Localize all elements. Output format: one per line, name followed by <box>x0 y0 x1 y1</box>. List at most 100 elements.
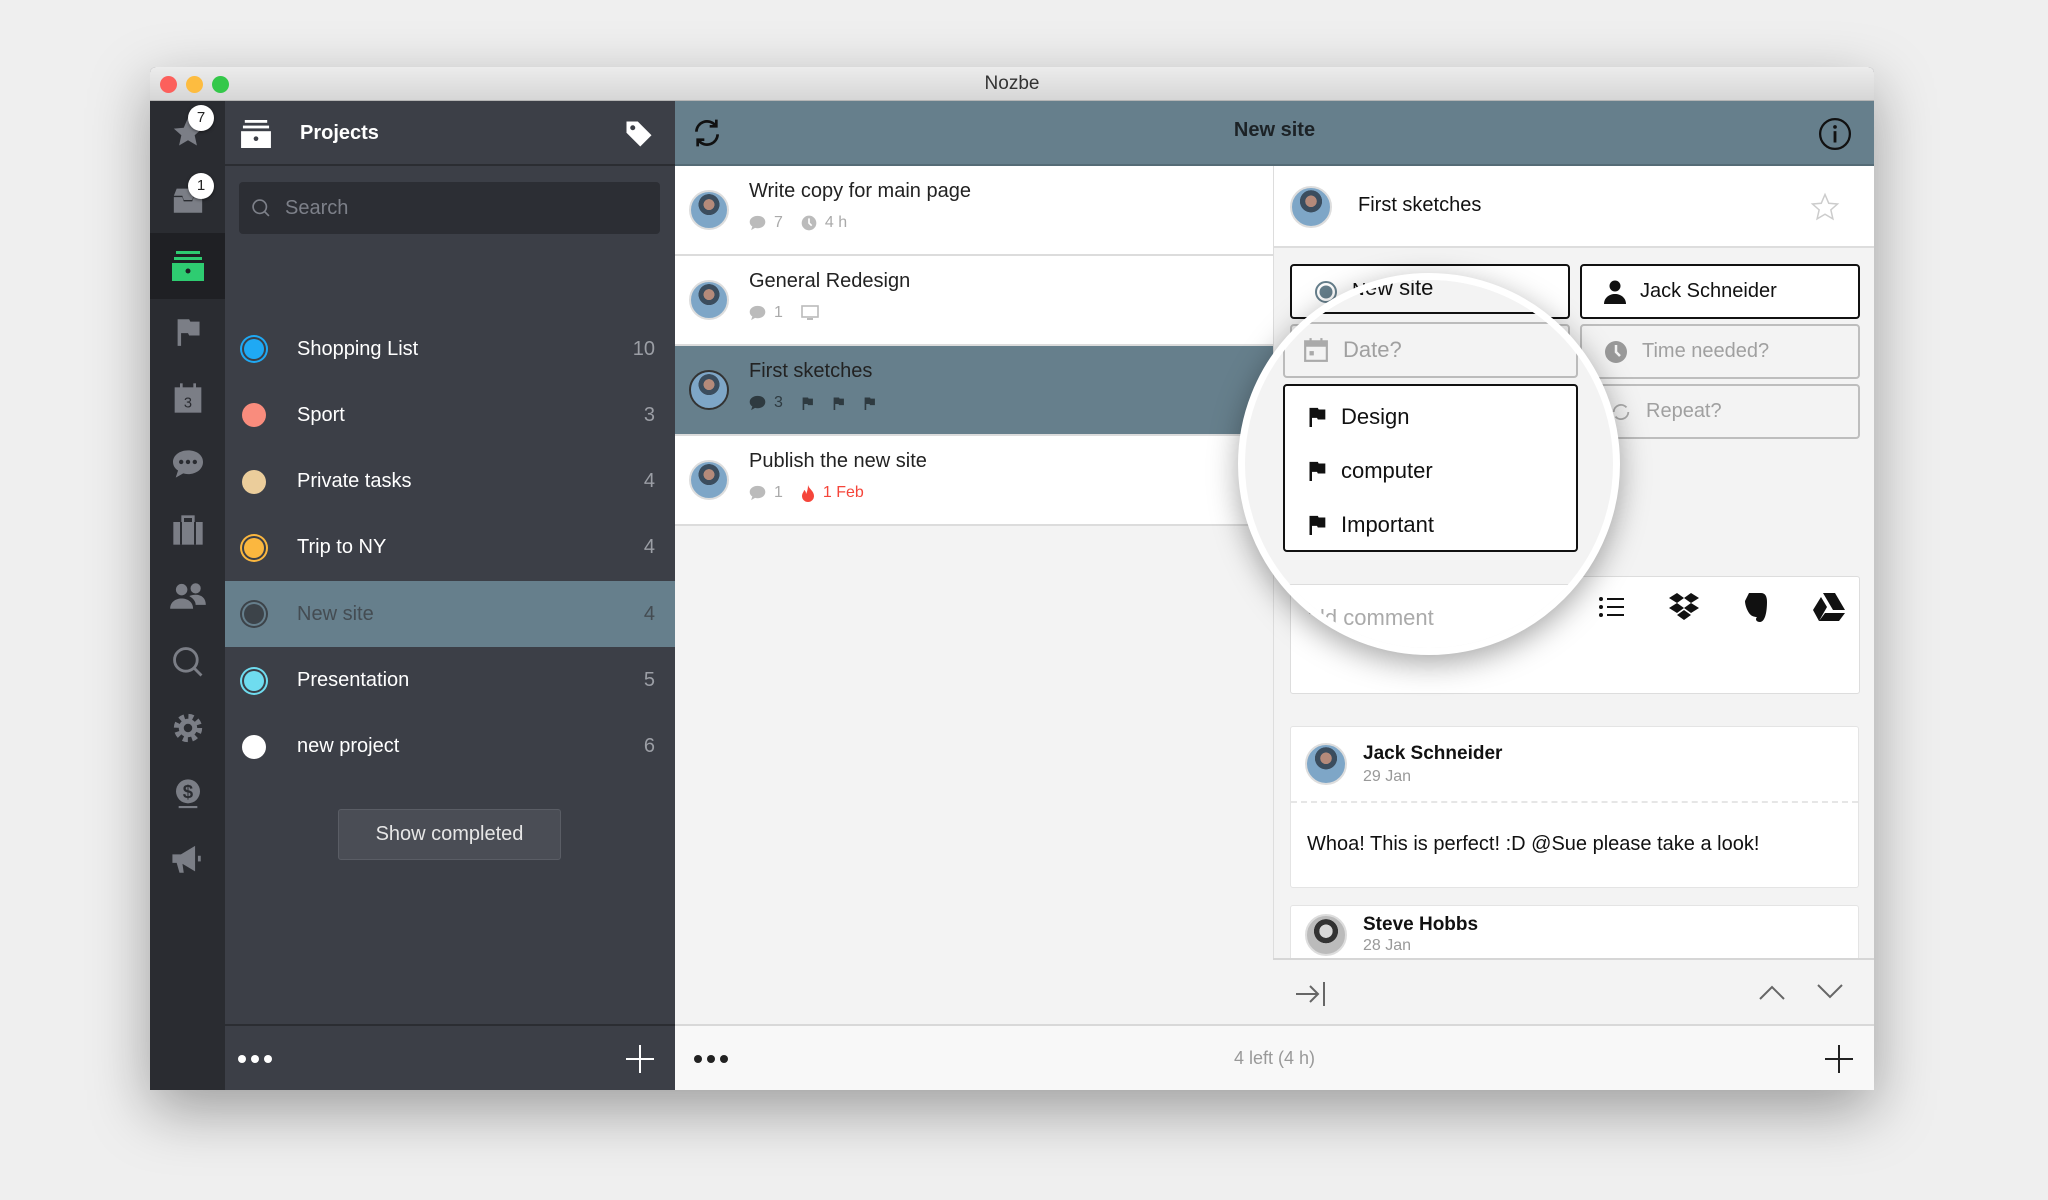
comment-date: 29 Jan <box>1363 768 1412 785</box>
info-icon[interactable] <box>1818 117 1852 151</box>
tasks-left-status: 4 left (4 h) <box>1233 1048 1316 1068</box>
task-title: Publish the new site <box>749 450 927 472</box>
task-item[interactable]: Publish the new site 1 1 Feb <box>675 436 1273 526</box>
rail-item-projects[interactable] <box>150 233 225 299</box>
rail-item-categories[interactable] <box>150 299 225 365</box>
flag-icon <box>177 319 200 346</box>
project-item[interactable]: Shopping List 10 <box>225 316 675 382</box>
collapse-detail-icon[interactable] <box>1295 980 1327 1008</box>
next-task-icon[interactable] <box>1817 984 1843 1000</box>
project-name: Private tasks <box>297 470 412 493</box>
pencil-icon[interactable] <box>1536 605 1556 625</box>
project-count: 4 <box>643 470 655 493</box>
comment-box-magnified[interactable]: Add comment <box>1289 584 1613 648</box>
comment-icon <box>749 215 766 231</box>
comment-text: Whoa! This is perfect! :D @Sue please ta… <box>1307 833 1760 855</box>
project-color-icon <box>242 403 266 428</box>
app-window: Nozbe 7 1 3 $ Projects Search Shopping L… <box>150 67 1874 1090</box>
comment-icon <box>749 485 766 501</box>
project-color-icon <box>242 469 266 494</box>
avatar <box>689 460 729 500</box>
comment-avatar <box>1305 914 1347 956</box>
previous-task-icon[interactable] <box>1759 984 1785 1000</box>
comment-count: 7 <box>774 214 783 231</box>
minimize-window-button[interactable] <box>186 76 203 93</box>
svg-text:$: $ <box>182 781 193 802</box>
avatar <box>689 370 729 410</box>
projects-footer <box>225 1024 675 1090</box>
detail-title[interactable]: First sketches <box>1358 194 1481 217</box>
project-item[interactable]: Sport 3 <box>225 382 675 448</box>
comment-card: Jack Schneider 29 Jan Whoa! This is perf… <box>1290 726 1859 888</box>
star-icon[interactable] <box>1810 192 1840 222</box>
rail-item-comments[interactable] <box>150 431 225 497</box>
category-label: computer <box>1341 458 1433 483</box>
magnifier-lens: New site Date? Design computer Important A… <box>1238 273 1620 655</box>
category-option[interactable]: Design <box>1285 390 1576 444</box>
rail-item-settings[interactable] <box>150 695 225 761</box>
project-count: 4 <box>643 602 655 625</box>
project-color-icon <box>244 537 264 558</box>
task-title: First sketches <box>749 360 873 382</box>
calendar-icon: 3 <box>174 383 201 413</box>
dropbox-icon[interactable] <box>1669 593 1699 621</box>
rail-item-inbox[interactable]: 1 <box>150 167 225 233</box>
evernote-icon[interactable] <box>1743 591 1769 623</box>
date-field-magnified[interactable]: Date? <box>1283 322 1578 378</box>
project-item[interactable]: New site 4 <box>225 581 675 648</box>
categories-dropdown[interactable]: Design computer Important <box>1283 384 1578 552</box>
search-placeholder: Search <box>285 196 349 219</box>
rail-item-billing[interactable]: $ <box>150 761 225 827</box>
rail-item-team[interactable] <box>150 563 225 629</box>
megaphone-icon <box>171 845 201 873</box>
projects-icon <box>241 120 271 148</box>
rail-item-search[interactable] <box>150 629 225 695</box>
task-meta: 3 <box>749 394 876 412</box>
comment-date: 28 Jan <box>1363 937 1412 954</box>
project-item[interactable]: new project 6 <box>225 714 675 780</box>
projects-header: Projects <box>225 101 675 166</box>
projects-panel: Projects Search Shopping List 10 Sport 3 Pri… <box>225 101 675 1090</box>
project-color-icon <box>244 339 264 359</box>
tag-icon[interactable] <box>623 119 655 149</box>
category-option[interactable]: computer <box>1285 444 1576 498</box>
project-item[interactable]: Private tasks 4 <box>225 449 675 515</box>
search-icon <box>252 199 270 217</box>
time-needed-field[interactable]: Time needed? <box>1580 324 1860 379</box>
google-drive-icon[interactable] <box>1813 593 1845 621</box>
flag-icon <box>864 397 875 410</box>
clock-icon <box>801 215 817 231</box>
add-project-icon[interactable] <box>625 1044 655 1074</box>
projects-title: Projects <box>300 122 379 144</box>
search-icon <box>172 647 202 677</box>
repeat-field[interactable]: Repeat? <box>1586 384 1860 439</box>
zoom-window-button[interactable] <box>212 76 229 93</box>
show-completed-button[interactable]: Show completed <box>338 809 561 860</box>
project-field-magnified[interactable]: New site <box>1289 280 1571 314</box>
rail-item-templates[interactable] <box>150 497 225 563</box>
rail-item-calendar[interactable]: 3 <box>150 365 225 431</box>
category-option[interactable]: Important <box>1285 498 1576 552</box>
flag-icon <box>1309 407 1326 427</box>
search-input[interactable]: Search <box>239 182 660 234</box>
add-task-icon[interactable] <box>1824 1044 1854 1074</box>
project-item[interactable]: Presentation 5 <box>225 648 675 714</box>
task-item[interactable]: General Redesign 1 <box>675 256 1273 346</box>
more-icon[interactable] <box>237 1054 273 1064</box>
rail-item-priority[interactable]: 7 <box>150 99 225 165</box>
project-color-icon <box>244 604 264 625</box>
comment-count: 1 <box>774 484 783 501</box>
window-title: Nozbe <box>984 73 1040 94</box>
task-item[interactable]: First sketches 3 <box>675 346 1273 436</box>
briefcase-icon <box>172 515 203 545</box>
project-item[interactable]: Trip to NY 4 <box>225 515 675 581</box>
comments-icon <box>172 450 203 478</box>
priority-badge: 7 <box>188 105 214 131</box>
comment-count: 1 <box>774 304 783 321</box>
close-window-button[interactable] <box>160 76 177 93</box>
flag-icon <box>1309 515 1326 535</box>
responsible-field[interactable]: Jack Schneider <box>1580 264 1860 319</box>
rail-item-news[interactable] <box>150 827 225 893</box>
task-item[interactable]: Write copy for main page 7 4 h <box>675 166 1273 256</box>
project-name: Shopping List <box>297 337 419 360</box>
